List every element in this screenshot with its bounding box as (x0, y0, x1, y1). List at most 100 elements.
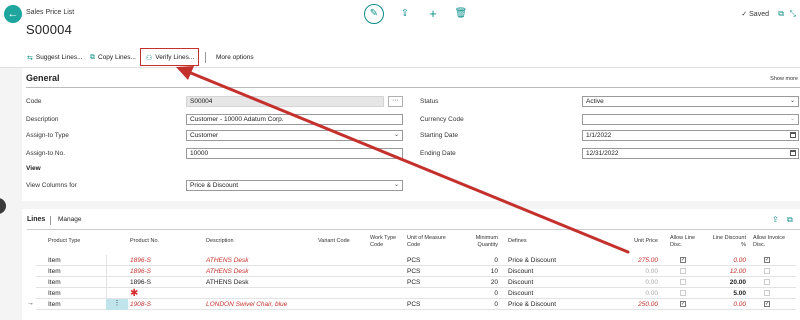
cell-unit-price[interactable]: 0.00 (620, 279, 658, 286)
allow-invoice-disc-checkbox[interactable] (764, 290, 770, 296)
saved-status: ✓ Saved (741, 11, 769, 18)
col-work-type-code[interactable]: Work Type Code (370, 235, 410, 249)
cell-line-discount[interactable]: 20.00 (712, 279, 746, 286)
col-min-qty[interactable]: Minimum Quantity (460, 235, 498, 249)
back-arrow-icon[interactable]: ← (4, 5, 22, 23)
allow-line-disc-checkbox[interactable] (680, 279, 686, 285)
cell-unit-price[interactable]: 275.00 (620, 257, 658, 264)
cell-min-qty[interactable]: 0 (468, 257, 498, 264)
allow-line-disc-checkbox[interactable]: ✓ (680, 301, 686, 307)
share-icon[interactable]: ⇪ (772, 215, 779, 224)
cell-product-type[interactable]: Item (48, 268, 61, 275)
col-product-no[interactable]: Product No. (130, 238, 159, 245)
calendar-icon[interactable] (790, 132, 796, 138)
col-allow-invoice-disc[interactable]: Allow Invoice Disc. (753, 235, 799, 249)
status-select[interactable]: Active ⌄ (582, 96, 799, 107)
table-row[interactable]: Item 1896-S ATHENS Desk PCS 20 Discount … (36, 277, 796, 288)
cell-product-no[interactable]: 1908-S (130, 301, 151, 308)
collapse-icon[interactable]: ⤡ (790, 9, 796, 19)
view-columns-select[interactable]: Price & Discount ⌄ (186, 180, 403, 191)
suggest-lines-button[interactable]: ⇆ Suggest Lines... (27, 51, 83, 64)
code-lookup-button[interactable]: ··· (388, 96, 403, 107)
cell-description[interactable]: ATHENS Desk (206, 279, 249, 286)
cell-defines[interactable]: Discount (508, 268, 533, 275)
cell-product-type[interactable]: Item (48, 257, 61, 264)
cell-uom[interactable]: PCS (407, 257, 420, 264)
currency-code-select[interactable]: ⌄ (582, 114, 799, 125)
col-unit-price[interactable]: Unit Price (622, 238, 658, 245)
currency-code-label: Currency Code (420, 116, 464, 123)
cell-unit-price[interactable]: 0.00 (620, 268, 658, 275)
table-row[interactable]: Item 1896-S ATHENS Desk PCS 0 Price & Di… (36, 255, 796, 266)
cell-description[interactable]: ATHENS Desk (206, 257, 249, 264)
assign-to-no-field[interactable]: 10000 (186, 148, 403, 159)
verify-lines-button[interactable]: ⚇ Verify Lines... (146, 51, 194, 64)
cell-defines[interactable]: Price & Discount (508, 301, 556, 308)
open-new-window-icon[interactable]: ⧉ (778, 9, 784, 19)
col-line-disc-line1: Line Discount (712, 235, 746, 241)
cell-product-no[interactable]: 1896-S (130, 268, 151, 275)
cell-uom[interactable]: PCS (407, 268, 420, 275)
cell-unit-price[interactable]: 0.00 (620, 290, 658, 297)
cell-defines[interactable]: Discount (508, 279, 533, 286)
allow-invoice-disc-checkbox[interactable]: ✓ (764, 257, 770, 263)
cell-product-type[interactable]: Item (48, 301, 61, 308)
allow-invoice-disc-checkbox[interactable] (764, 268, 770, 274)
cell-min-qty[interactable]: 0 (468, 301, 498, 308)
allow-line-disc-checkbox[interactable] (680, 268, 686, 274)
cell-unit-price[interactable]: 250.00 (620, 301, 658, 308)
assign-to-type-select[interactable]: Customer ⌄ (186, 130, 403, 141)
cell-uom[interactable]: PCS (407, 301, 420, 308)
table-row[interactable]: Item 1896-S ATHENS Desk PCS 10 Discount … (36, 266, 796, 277)
table-row-selected[interactable]: → Item ⋮ 1908-S LONDON Swivel Chair, blu… (27, 299, 796, 310)
cell-line-discount[interactable]: 0.00 (712, 257, 746, 264)
add-icon[interactable]: + (426, 7, 440, 21)
cell-min-qty[interactable]: 0 (468, 290, 498, 297)
cell-line-discount[interactable]: 0.00 (712, 301, 746, 308)
calendar-icon[interactable] (790, 150, 796, 156)
cell-min-qty[interactable]: 10 (468, 268, 498, 275)
lines-divider (27, 229, 800, 230)
col-product-type[interactable]: Product Type (48, 238, 80, 245)
row-actions-menu-icon[interactable]: ⋮ (106, 299, 128, 310)
starting-date-value: 1/1/2022 (586, 132, 612, 139)
cell-product-type[interactable]: Item (48, 290, 61, 297)
col-allow-line-disc[interactable]: Allow Line Disc. (670, 235, 704, 249)
col-min-qty-line1: Minimum (475, 235, 498, 241)
more-options-button[interactable]: More options (216, 51, 254, 64)
ending-date-field[interactable]: 12/31/2022 (582, 148, 799, 159)
allow-invoice-disc-checkbox[interactable]: ✓ (764, 301, 770, 307)
share-icon[interactable]: ⇪ (398, 7, 412, 21)
cell-min-qty[interactable]: 20 (468, 279, 498, 286)
edit-pencil-icon[interactable]: ✎ (364, 4, 384, 24)
side-panel-handle[interactable] (0, 198, 6, 214)
cell-defines[interactable]: Discount (508, 290, 533, 297)
col-variant-code[interactable]: Variant Code (318, 238, 350, 245)
cell-line-discount[interactable]: 5.00 (712, 290, 746, 297)
col-uom-code[interactable]: Unit of Measure Code (407, 235, 467, 249)
col-line-discount[interactable]: Line Discount % (702, 235, 746, 249)
manage-tab[interactable]: Manage (58, 216, 82, 223)
cell-product-type[interactable]: Item (48, 279, 61, 286)
col-allow-inv-line1: Allow Invoice (753, 235, 786, 241)
col-description[interactable]: Description (206, 238, 234, 245)
expand-icon[interactable]: ⧉ (787, 215, 793, 225)
col-defines[interactable]: Defines (508, 238, 527, 245)
description-field[interactable]: Customer - 10000 Adatum Corp. (186, 114, 403, 125)
cell-product-no[interactable]: 1896-S (130, 279, 151, 286)
cell-uom[interactable]: PCS (407, 279, 420, 286)
cell-description[interactable]: ATHENS Desk (206, 268, 249, 275)
allow-line-disc-checkbox[interactable]: ✓ (680, 257, 686, 263)
copy-lines-button[interactable]: ⧉ Copy Lines... (90, 51, 136, 64)
cell-defines[interactable]: Price & Discount (508, 257, 556, 264)
allow-line-disc-checkbox[interactable] (680, 290, 686, 296)
lines-tab[interactable]: Lines (27, 216, 45, 223)
cell-line-discount[interactable]: 12.00 (712, 268, 746, 275)
starting-date-field[interactable]: 1/1/2022 (582, 130, 799, 141)
allow-invoice-disc-checkbox[interactable] (764, 279, 770, 285)
show-more-link[interactable]: Show more (770, 76, 798, 82)
cell-description[interactable]: LONDON Swivel Chair, blue (206, 301, 287, 308)
cell-product-no[interactable]: 1896-S (130, 257, 151, 264)
delete-icon[interactable]: 🗑 (454, 7, 468, 21)
table-row[interactable]: Item ✱ 0 Discount 0.00 5.00 (36, 288, 796, 299)
